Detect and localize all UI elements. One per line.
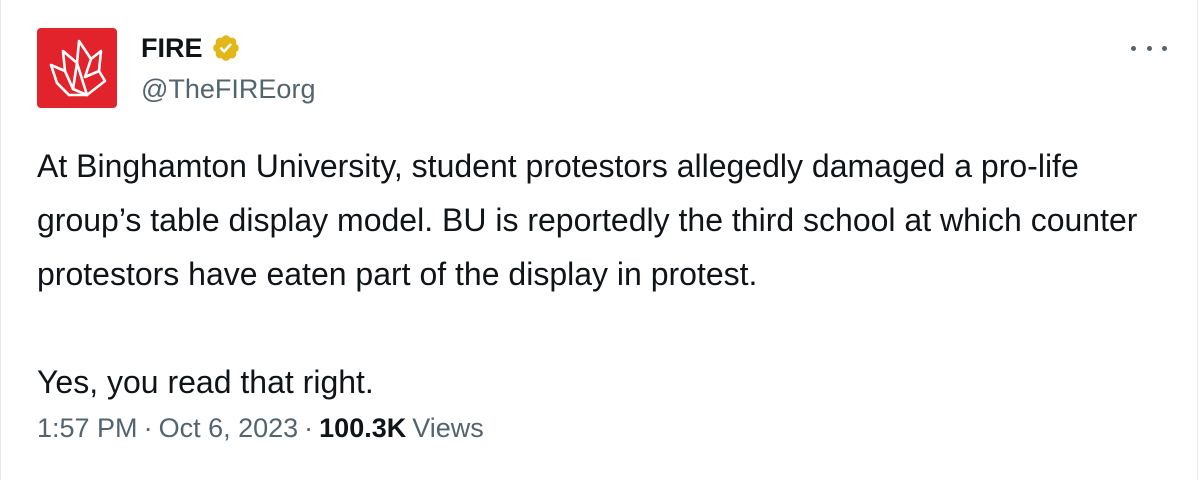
author-handle[interactable]: @TheFIREorg xyxy=(141,72,315,106)
tweet-time[interactable]: 1:57 PM xyxy=(37,408,138,448)
meta-separator: · xyxy=(143,413,153,443)
views-count[interactable]: 100.3K xyxy=(319,408,406,448)
author-name-row: FIRE xyxy=(141,32,241,64)
verified-gold-badge-icon[interactable] xyxy=(211,33,241,63)
author-display-name[interactable]: FIRE xyxy=(141,32,203,64)
tweet-date[interactable]: Oct 6, 2023 xyxy=(159,408,299,448)
tweet-card: FIRE @TheFIREorg At Binghamton Universit… xyxy=(0,0,1198,480)
more-dot xyxy=(1162,45,1167,51)
more-options-icon[interactable] xyxy=(1131,36,1167,60)
tweet-paragraph: Yes, you read that right. xyxy=(37,364,374,400)
meta-separator: · xyxy=(304,413,314,443)
tweet-text: At Binghamton University, student protes… xyxy=(37,139,1167,409)
tweet-paragraph: At Binghamton University, student protes… xyxy=(37,148,1138,292)
views-label: Views xyxy=(412,413,484,443)
tweet-meta: 1:57 PM · Oct 6, 2023 · 100.3K Views xyxy=(37,408,484,448)
more-dot xyxy=(1131,45,1136,51)
author-avatar[interactable] xyxy=(37,28,117,108)
fire-logo-icon xyxy=(49,39,107,97)
more-dot xyxy=(1146,45,1152,51)
